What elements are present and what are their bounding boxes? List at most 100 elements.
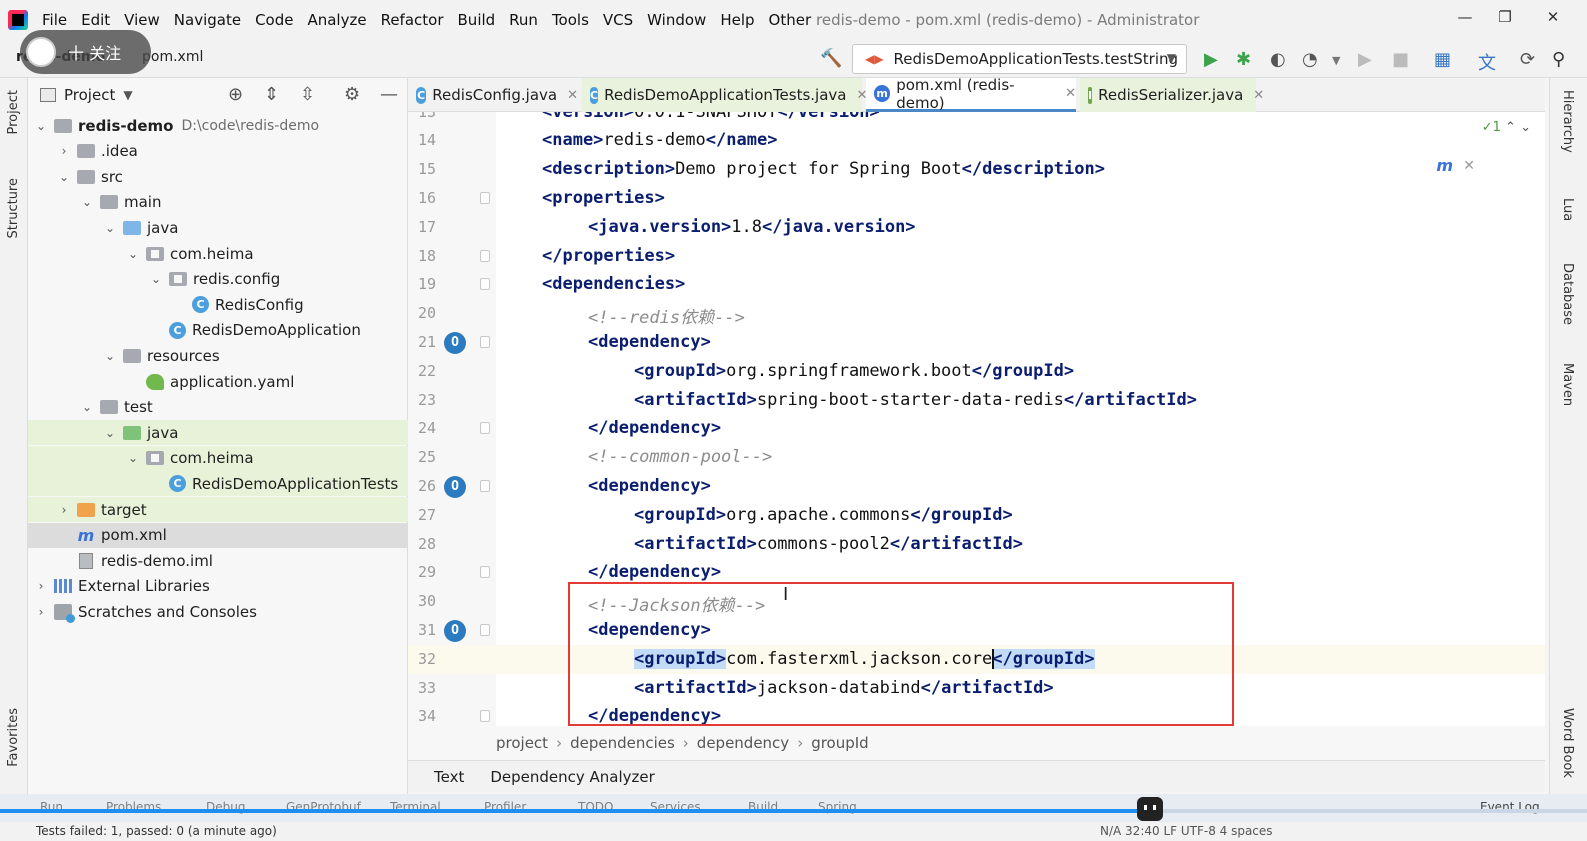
chevron-down-icon[interactable]: ⌄ <box>103 349 117 363</box>
follow-watermark[interactable]: 十 关注 <box>20 30 151 74</box>
chevron-down-icon[interactable]: ⌄ <box>149 272 163 286</box>
inspection-widget[interactable]: ✓1 ⌃ ⌄ <box>1482 120 1531 135</box>
hierarchy-tool-button[interactable]: Hierarchy <box>1560 90 1575 153</box>
menu-view[interactable]: View <box>124 11 160 29</box>
build-hammer-icon[interactable]: 🔨 <box>820 48 842 69</box>
favorites-tool-button[interactable]: Favorites <box>6 708 21 767</box>
nav-file-name[interactable]: pom.xml <box>142 49 203 65</box>
fold-marker-icon[interactable] <box>480 479 490 492</box>
close-icon[interactable]: ✕ <box>1065 86 1076 101</box>
structure-tool-button[interactable]: Structure <box>6 178 21 238</box>
locate-target-icon[interactable]: ⊕ <box>228 84 243 105</box>
tree-item[interactable]: C RedisDemoApplicationTests <box>28 471 408 497</box>
word-book-tool-button[interactable]: Word Book <box>1560 708 1575 778</box>
tab-redisdemoapplicationtests-java[interactable]: C RedisDemoApplicationTests.java ✕ <box>582 78 867 112</box>
update-icon[interactable]: ⟳ <box>1520 49 1535 70</box>
tree-item[interactable]: C RedisDemoApplication <box>28 318 408 343</box>
chevron-down-icon[interactable]: ⌄ <box>126 451 140 465</box>
tree-item[interactable]: redis-demo.iml <box>28 548 408 573</box>
fold-marker-icon[interactable] <box>480 335 490 348</box>
chevron-down-icon[interactable]: ⌄ <box>57 170 71 184</box>
tree-item[interactable]: ⌄ redis-demo D:\code\redis-demo <box>28 113 408 138</box>
menu-vcs[interactable]: VCS <box>603 11 633 29</box>
menu-help[interactable]: Help <box>720 11 754 29</box>
maximize-button[interactable]: ❐ <box>1492 8 1518 30</box>
fold-marker-icon[interactable] <box>480 710 490 723</box>
dependency-gutter-icon[interactable]: O <box>444 331 466 354</box>
status-message[interactable]: Tests failed: 1, passed: 0 (a minute ago… <box>36 824 277 838</box>
tree-item[interactable]: › Scratches and Consoles <box>28 599 408 624</box>
menu-code[interactable]: Code <box>255 11 293 29</box>
coverage-icon[interactable]: ◐ <box>1270 49 1286 70</box>
tab-dependency-analyzer[interactable]: Dependency Analyzer <box>490 768 654 786</box>
minimize-button[interactable]: — <box>1452 8 1478 30</box>
search-icon[interactable]: ⚲ <box>1552 49 1565 70</box>
chevron-down-icon[interactable]: ⌄ <box>103 426 117 440</box>
menu-window[interactable]: Window <box>647 11 706 29</box>
hide-panel-icon[interactable]: — <box>380 84 398 105</box>
fold-marker-icon[interactable] <box>480 278 490 291</box>
maven-reload-icon[interactable]: m <box>1436 156 1453 175</box>
gear-icon[interactable]: ⚙ <box>344 84 360 105</box>
project-tool-button[interactable]: Project <box>6 90 21 134</box>
tree-item[interactable]: ⌄ java <box>28 420 408 446</box>
tree-item[interactable]: ⌄ main <box>28 190 408 215</box>
menu-navigate[interactable]: Navigate <box>174 11 241 29</box>
debug-bug-icon[interactable]: ✱ <box>1236 49 1251 70</box>
menu-run[interactable]: Run <box>509 11 538 29</box>
chevron-up-icon[interactable]: ⌃ <box>1505 120 1516 135</box>
fold-marker-icon[interactable] <box>480 191 490 204</box>
maven-tool-button[interactable]: Maven <box>1560 363 1575 406</box>
close-icon[interactable]: ✕ <box>1253 88 1264 103</box>
breadcrumb-item[interactable]: dependencies <box>570 734 675 752</box>
close-window-button[interactable]: ✕ <box>1540 8 1566 30</box>
project-panel-title[interactable]: Project <box>64 86 115 104</box>
chevron-right-icon[interactable]: › <box>34 605 48 619</box>
close-icon[interactable]: ✕ <box>1463 158 1475 174</box>
tree-item[interactable]: › target <box>28 497 408 522</box>
breadcrumb-item[interactable]: groupId <box>811 734 869 752</box>
translate-icon[interactable]: 文 <box>1478 49 1496 75</box>
tv-mascot-icon[interactable] <box>1137 797 1163 821</box>
chevron-down-icon[interactable]: ⌄ <box>34 119 48 133</box>
menu-build[interactable]: Build <box>458 11 496 29</box>
tree-item[interactable]: m pom.xml <box>28 522 408 548</box>
chevron-down-icon[interactable]: ⌄ <box>80 195 94 209</box>
tree-item[interactable]: application.yaml <box>28 369 408 394</box>
menu-file[interactable]: File <box>42 11 67 29</box>
profile-icon[interactable]: ◔ <box>1302 49 1318 70</box>
run-configuration-select[interactable]: ◀▶ RedisDemoApplicationTests.testString … <box>852 44 1187 74</box>
tree-item[interactable]: ⌄ com.heima <box>28 445 408 471</box>
chevron-down-icon[interactable]: ⌄ <box>126 247 140 261</box>
menu-other[interactable]: Other <box>769 11 812 29</box>
fold-marker-icon[interactable] <box>480 623 490 636</box>
tree-item[interactable]: › External Libraries <box>28 574 408 599</box>
expand-all-icon[interactable]: ⇕ <box>264 84 279 105</box>
lua-tool-button[interactable]: Lua <box>1560 198 1575 221</box>
tree-item[interactable]: ⌄ com.heima <box>28 241 408 266</box>
tree-item[interactable]: › .idea <box>28 139 408 164</box>
tab-redisconfig-java[interactable]: C RedisConfig.java ✕ <box>408 78 578 112</box>
chevron-down-icon[interactable]: ⌄ <box>1520 120 1531 135</box>
dependency-gutter-icon[interactable]: O <box>444 619 466 642</box>
tab-redisserializer-java[interactable]: I RedisSerializer.java ✕ <box>1080 78 1264 112</box>
fold-marker-icon[interactable] <box>480 566 490 579</box>
breadcrumb-item[interactable]: project <box>496 734 548 752</box>
tree-item[interactable]: ⌄ java <box>28 215 408 240</box>
chevron-right-icon[interactable]: › <box>34 579 48 593</box>
code-editor[interactable]: 13 <version>0.0.1-SNAPSHOT</version> 14 <na… <box>408 112 1545 726</box>
tree-item[interactable]: ⌄ test <box>28 395 408 420</box>
dependency-gutter-icon[interactable]: O <box>444 475 466 498</box>
tab-pom-xml-redis-demo[interactable]: m pom.xml (redis-demo) ✕ <box>866 76 1076 112</box>
database-tool-button[interactable]: Database <box>1560 263 1575 325</box>
close-icon[interactable]: ✕ <box>567 88 578 103</box>
tab-text[interactable]: Text <box>434 768 464 786</box>
tree-item[interactable]: C RedisConfig <box>28 292 408 317</box>
chevron-right-icon[interactable]: › <box>57 503 71 517</box>
tree-item[interactable]: ⌄ src <box>28 164 408 189</box>
chevron-down-icon[interactable]: ⌄ <box>80 400 94 414</box>
collapse-all-icon[interactable]: ⇳ <box>300 84 315 105</box>
video-progress-bar[interactable] <box>0 809 1160 813</box>
menu-edit[interactable]: Edit <box>81 11 110 29</box>
breadcrumb-item[interactable]: dependency <box>697 734 789 752</box>
